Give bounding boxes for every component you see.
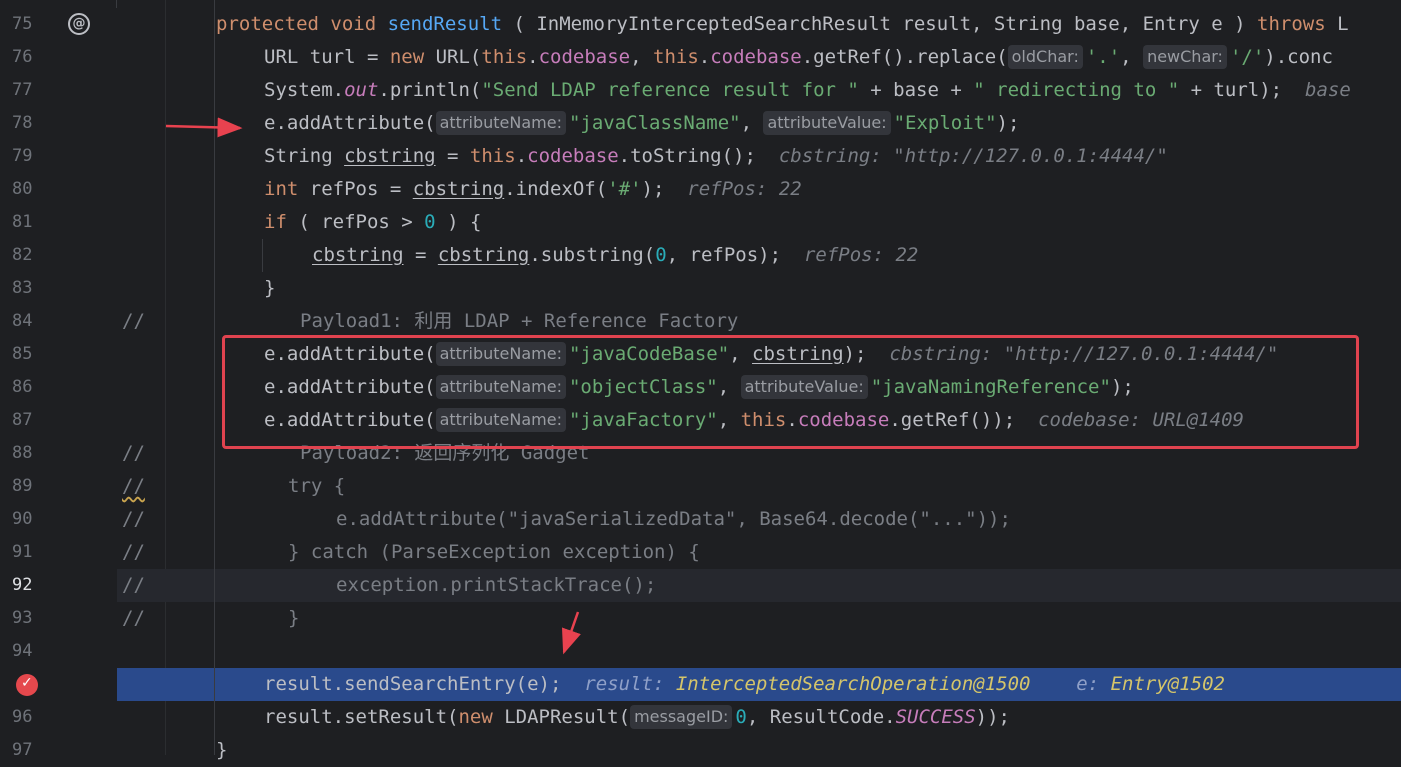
arrow-annotations	[165, 117, 581, 655]
arrow-to-line-95	[561, 611, 581, 655]
arrow-to-line-78	[165, 117, 243, 138]
code-editor[interactable]: 75 @ protected void sendResult ( InMemor…	[0, 0, 1401, 767]
